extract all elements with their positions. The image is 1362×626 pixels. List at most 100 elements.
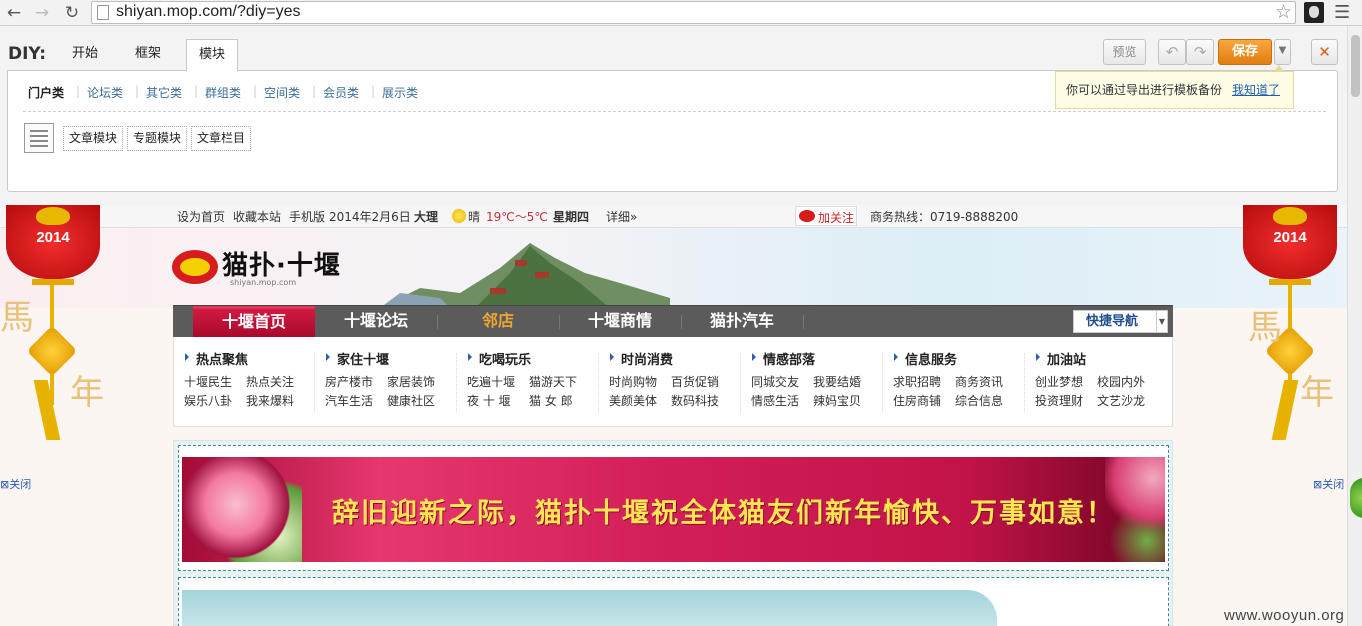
back-icon[interactable]: ←: [3, 2, 25, 24]
category-forum[interactable]: 论坛类: [87, 84, 123, 101]
category-group[interactable]: 群组类: [205, 84, 241, 101]
landscape-banner-image[interactable]: [182, 590, 997, 626]
column-link[interactable]: 我来爆料: [246, 392, 308, 409]
column-link[interactable]: 家居装饰: [387, 373, 449, 390]
column-link[interactable]: 美颜美体: [609, 392, 671, 409]
column-link[interactable]: 热点关注: [246, 373, 308, 390]
module-topic[interactable]: 专题模块: [127, 126, 188, 151]
menu-icon[interactable]: ☰: [1334, 2, 1350, 23]
column-title[interactable]: 加油站: [1035, 349, 1175, 368]
nav-home[interactable]: 十堰首页: [193, 306, 315, 338]
quick-nav-label: 快捷导航: [1086, 314, 1139, 329]
article-module-icon: [24, 123, 54, 153]
column-link[interactable]: 住房商铺: [893, 392, 955, 409]
close-left-ad-link[interactable]: ⊠关闭: [0, 476, 31, 492]
column-link[interactable]: 猫 女 郎: [529, 392, 591, 409]
tip-dismiss-link[interactable]: 我知道了: [1232, 83, 1280, 97]
column-link[interactable]: 综合信息: [955, 392, 1017, 409]
column-link[interactable]: 同城交友: [751, 373, 813, 390]
reload-icon[interactable]: ↻: [61, 2, 83, 24]
follow-button[interactable]: 加关注: [795, 206, 857, 226]
nav-forum[interactable]: 十堰论坛: [315, 306, 437, 338]
column-link[interactable]: 猫游天下: [529, 373, 591, 390]
preview-button[interactable]: 预览: [1103, 39, 1146, 65]
nav-auto[interactable]: 猫扑汽车: [681, 306, 803, 338]
diy-panel: DIY: 开始 框架 模块 门户类 | 论坛类 | 其它类 | 群组类 | 空间…: [0, 27, 1347, 205]
column-title[interactable]: 热点聚焦: [184, 349, 324, 368]
module-article[interactable]: 文章模块: [63, 126, 124, 151]
column-link[interactable]: 数码科技: [671, 392, 733, 409]
peony-flower-image: [182, 457, 302, 562]
category-other[interactable]: 其它类: [146, 84, 182, 101]
column-link[interactable]: 创业梦想: [1035, 373, 1097, 390]
column-link[interactable]: 文艺沙龙: [1097, 392, 1159, 409]
close-button[interactable]: ✕: [1311, 39, 1338, 65]
category-separator: |: [194, 84, 199, 98]
sunny-icon: [452, 209, 466, 223]
column-link[interactable]: 商务资讯: [955, 373, 1017, 390]
mobile-link[interactable]: 手机版: [289, 208, 325, 225]
column-link[interactable]: 情感生活: [751, 392, 813, 409]
column-link[interactable]: 健康社区: [387, 392, 449, 409]
category-space[interactable]: 空间类: [264, 84, 300, 101]
tab-module[interactable]: 模块: [186, 39, 239, 72]
column-link[interactable]: 求职招聘: [893, 373, 955, 390]
category-column: 热点聚焦 十堰民生 热点关注 娱乐八卦 我来爆料: [184, 349, 324, 409]
column-link[interactable]: 汽车生活: [325, 392, 387, 409]
site-logo-domain: shiyan.mop.com: [230, 278, 297, 287]
column-title[interactable]: 吃喝玩乐: [467, 349, 607, 368]
column-title[interactable]: 信息服务: [893, 349, 1033, 368]
category-separator: |: [76, 84, 81, 98]
redo-icon[interactable]: ↷: [1186, 39, 1214, 65]
save-dropdown-icon[interactable]: ▼: [1274, 39, 1291, 65]
module-article-column[interactable]: 文章栏目: [191, 126, 252, 151]
temperature-text: 19℃～5℃: [486, 210, 548, 224]
bookmark-star-icon[interactable]: ☆: [1275, 1, 1292, 23]
page-icon: [97, 5, 109, 20]
tab-frame[interactable]: 框架: [123, 39, 173, 70]
column-link[interactable]: 娱乐八卦: [184, 392, 246, 409]
column-title[interactable]: 情感部落: [751, 349, 891, 368]
browser-toolbar: ← → ↻ shiyan.mop.com/?diy=yes ☆ ☰: [0, 0, 1362, 26]
floating-widget-icon[interactable]: [1350, 478, 1362, 518]
category-portal[interactable]: 门户类: [28, 84, 64, 101]
undo-icon[interactable]: ↶: [1158, 39, 1186, 65]
column-link[interactable]: 吃遍十堰: [467, 373, 529, 390]
bookmark-link[interactable]: 收藏本站: [233, 208, 281, 225]
column-divider: [314, 353, 315, 413]
page-scrollbar[interactable]: [1347, 26, 1362, 626]
new-year-banner[interactable]: 辞旧迎新之际，猫扑十堰祝全体猫友们新年愉快、万事如意！: [182, 457, 1165, 562]
close-right-ad-link[interactable]: ⊠关闭: [1313, 476, 1344, 492]
column-link[interactable]: 房产楼市: [325, 373, 387, 390]
column-link[interactable]: 夜 十 堰: [467, 392, 529, 409]
mop-mascot-logo-icon[interactable]: [172, 250, 218, 284]
column-link[interactable]: 辣妈宝贝: [813, 392, 875, 409]
site-logo[interactable]: 猫扑·十堰: [222, 245, 341, 282]
column-link[interactable]: 我要结婚: [813, 373, 875, 390]
weekday-text: 星期四: [553, 210, 590, 224]
save-button[interactable]: 保存: [1218, 39, 1272, 65]
nav-neighbor-shop[interactable]: 邻店: [437, 306, 559, 338]
category-separator: |: [135, 84, 140, 98]
scrollbar-thumb[interactable]: [1351, 35, 1360, 97]
column-divider: [882, 353, 883, 413]
forward-icon[interactable]: →: [31, 2, 53, 24]
weather-detail-link[interactable]: 详细»: [606, 208, 637, 225]
category-display[interactable]: 展示类: [382, 84, 418, 101]
column-link[interactable]: 时尚购物: [609, 373, 671, 390]
site-topbar: 设为首页 收藏本站 手机版 2014年2月6日 大理 晴 19℃～5℃ 星期四 …: [0, 205, 1347, 228]
address-bar[interactable]: shiyan.mop.com/?diy=yes ☆: [91, 1, 1296, 24]
calligraphy-decoration: 年: [70, 373, 104, 413]
column-link[interactable]: 投资理财: [1035, 392, 1097, 409]
set-home-link[interactable]: 设为首页: [177, 208, 225, 225]
nav-business[interactable]: 十堰商情: [559, 306, 681, 338]
column-title[interactable]: 时尚消费: [609, 349, 749, 368]
quick-nav-dropdown[interactable]: 快捷导航 ▼: [1073, 310, 1168, 333]
column-link[interactable]: 十堰民生: [184, 373, 246, 390]
column-link[interactable]: 百货促销: [671, 373, 733, 390]
category-member[interactable]: 会员类: [323, 84, 359, 101]
column-link[interactable]: 校园内外: [1097, 373, 1159, 390]
extension-icon[interactable]: [1304, 2, 1324, 23]
tab-start[interactable]: 开始: [60, 39, 110, 70]
column-title[interactable]: 家住十堰: [325, 349, 465, 368]
